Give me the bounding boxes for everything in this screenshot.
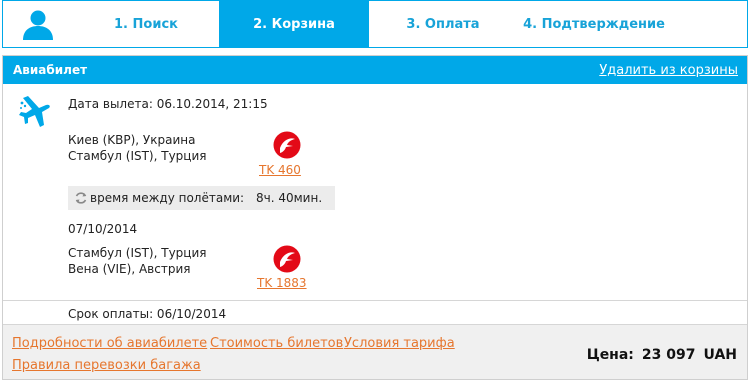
plane-icon — [19, 96, 50, 127]
segment1-destination: Стамбул (IST), Турция — [68, 149, 207, 163]
segment2-origin: Стамбул (IST), Турция — [68, 246, 207, 260]
ticket-header: Авиабилет Удалить из корзины — [3, 56, 747, 84]
checkout-steps: 1. Поиск 2. Корзина 3. Оплата 4. Подтвер… — [2, 0, 748, 48]
ticket-prices-link[interactable]: Стоимость билетов — [210, 336, 343, 351]
turkish-airlines-logo — [273, 131, 301, 159]
turkish-airlines-logo — [273, 245, 301, 273]
user-icon[interactable] — [21, 9, 55, 41]
flight-number-link[interactable]: TK 460 — [259, 163, 301, 177]
price-label: Цена: — [586, 347, 634, 363]
ticket-footer: Подробности об авиабилете Стоимость биле… — [3, 324, 747, 379]
baggage-rules-link[interactable]: Правила перевозки багажа — [12, 358, 201, 373]
flight-number-link[interactable]: TK 1883 — [257, 276, 307, 290]
segment1-origin: Киев (KBP), Украина — [68, 133, 196, 147]
step-confirmation[interactable]: 4. Подтверждение — [515, 1, 673, 47]
ticket-panel: Авиабилет Удалить из корзины Дата вылета… — [2, 55, 748, 380]
layover-duration: 8ч. 40мин. — [256, 191, 323, 205]
price-currency: UAH — [703, 347, 738, 363]
layover-label: время между полётами: — [90, 191, 245, 205]
divider — [3, 300, 747, 301]
remove-from-cart-link[interactable]: Удалить из корзины — [599, 63, 738, 78]
step-payment[interactable]: 3. Оплата — [373, 1, 513, 47]
segment2-date: 07/10/2014 — [68, 222, 138, 236]
price-total: Цена: 23 097 UAH — [587, 347, 737, 363]
step-cart[interactable]: 2. Корзина — [219, 1, 369, 47]
segment2-destination: Вена (VIE), Австрия — [68, 262, 191, 276]
step-search[interactable]: 1. Поиск — [77, 1, 215, 47]
ticket-title: Авиабилет — [13, 63, 88, 77]
ticket-details-link[interactable]: Подробности об авиабилете — [12, 336, 207, 351]
price-value: 23 097 — [641, 347, 696, 363]
fare-conditions-link[interactable]: Условия тарифа — [344, 336, 455, 351]
departure-date: Дата вылета: 06.10.2014, 21:15 — [68, 97, 268, 111]
payment-deadline: Срок оплаты: 06/10/2014 — [68, 307, 227, 321]
layover-info: время между полётами: 8ч. 40мин. — [68, 186, 335, 210]
refresh-icon — [75, 192, 87, 204]
